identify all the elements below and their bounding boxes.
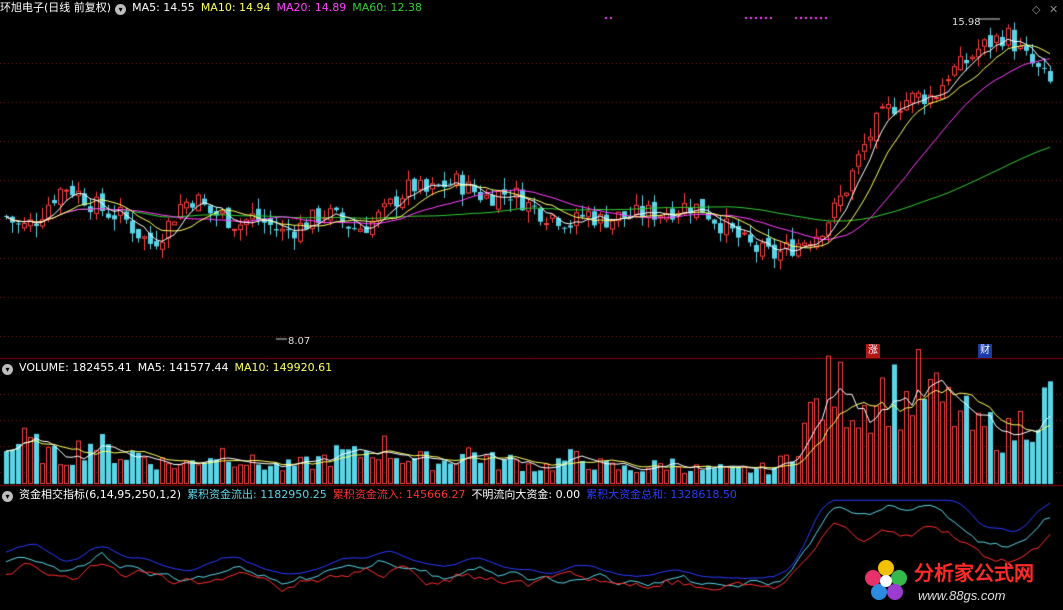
inflow-label: 累积资金流入: 145666.27 — [332, 488, 466, 501]
volume-ma5-label: MA5: 141577.44 — [137, 361, 229, 374]
low-price-label: 8.07 — [288, 336, 311, 347]
financial-badge[interactable]: 财 — [978, 344, 992, 358]
total-flow-label: 累积大资金总和: 1328618.50 — [586, 488, 737, 501]
high-price-label: 15.98 — [952, 17, 981, 28]
stock-chart-canvas[interactable] — [0, 0, 1063, 610]
flower-icon — [865, 560, 907, 600]
watermark-logo: 分析家公式网 www.88gs.com — [865, 560, 1034, 603]
indicator-panel-header: ▾ 资金相交指标(6,14,95,250,1,2) 累积资金流出: 1182950.… — [0, 487, 743, 503]
volume-ma10-label: MA10: 149920.61 — [234, 361, 333, 374]
indicator-name[interactable]: 资金相交指标(6,14,95,250,1,2) — [19, 488, 181, 501]
stock-title[interactable]: 环旭电子(日线 前复权) — [0, 1, 111, 14]
unknown-flow-label: 不明流向大资金: 0.00 — [471, 488, 581, 501]
volume-panel-header: ▾ VOLUME: 182455.41 MA5: 141577.44 MA10: 14… — [0, 360, 338, 376]
watermark-url: www.88gs.com — [918, 588, 1006, 603]
ma10-label: MA10: 14.94 — [200, 1, 271, 14]
volume-label: VOLUME: 182455.41 — [19, 361, 132, 374]
ma60-label: MA60: 12.38 — [352, 1, 422, 14]
diamond-icon[interactable]: ◇ — [1032, 3, 1040, 16]
volume-panel-toggle-icon[interactable]: ▾ — [2, 364, 13, 375]
close-icon[interactable]: ✕ — [1049, 3, 1058, 16]
rise-badge[interactable]: 涨 — [866, 344, 880, 358]
price-panel-toggle-icon[interactable]: ▾ — [115, 4, 127, 15]
indicator-panel-toggle-icon[interactable]: ▾ — [2, 491, 13, 502]
watermark-text: 分析家公式网 — [914, 561, 1034, 585]
ma20-label: MA20: 14.89 — [276, 1, 347, 14]
outflow-label: 累积资金流出: 1182950.25 — [187, 488, 327, 501]
price-panel-header: 环旭电子(日线 前复权) ▾ MA5: 14.55 MA10: 14.94 MA20: … — [0, 0, 428, 16]
ma5-label: MA5: 14.55 — [132, 1, 195, 14]
